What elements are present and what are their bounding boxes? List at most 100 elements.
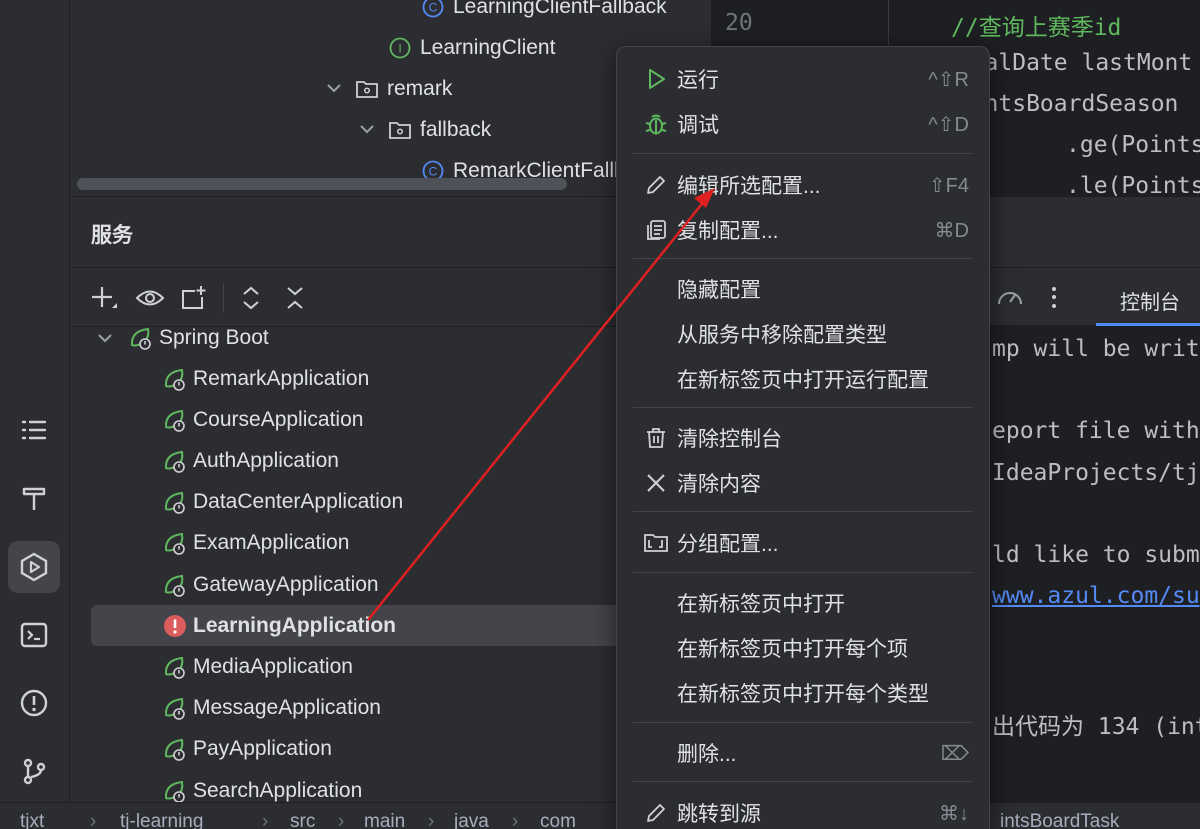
- breadcrumb-item[interactable]: tj-learning: [120, 811, 203, 829]
- service-item[interactable]: SearchApplication: [91, 770, 616, 802]
- more-options-icon[interactable]: [1044, 282, 1064, 312]
- menu-item-open-run-config-new-tab[interactable]: 在新标签页中打开运行配置: [629, 357, 979, 401]
- interface-icon: I: [388, 36, 412, 60]
- tree-row-interface[interactable]: I LearningClient: [388, 27, 555, 68]
- eye-icon[interactable]: [135, 283, 165, 313]
- menu-item-label: 分组配置...: [677, 533, 779, 556]
- console-panel[interactable]: 控制台 mp will be writ eport file with IdeaPr…: [990, 268, 1200, 802]
- menu-item-label: 在新标签页中打开每个类型: [677, 683, 929, 706]
- menu-item-open-each-type-new-tab[interactable]: 在新标签页中打开每个类型: [629, 671, 979, 715]
- svg-text:C: C: [429, 164, 438, 178]
- menu-separator: [633, 153, 973, 154]
- service-item[interactable]: ExamApplication: [91, 523, 616, 564]
- spring-boot-group[interactable]: Spring Boot: [95, 327, 616, 358]
- toolbar-divider: [223, 283, 224, 313]
- menu-item-label: 从服务中移除配置类型: [677, 324, 887, 347]
- menu-item-shortcut: ⌘↓: [939, 802, 969, 825]
- menu-item-edit-config[interactable]: 编辑所选配置... ⇧F4: [629, 163, 979, 207]
- menu-item-hide-config[interactable]: 隐藏配置: [629, 267, 979, 311]
- menu-item-open-new-tab[interactable]: 在新标签页中打开: [629, 581, 979, 625]
- menu-item-copy-config[interactable]: 复制配置... ⌘D: [629, 208, 979, 252]
- console-link[interactable]: www.azul.com/supp: [992, 583, 1200, 609]
- terminal-icon[interactable]: [8, 609, 60, 661]
- service-item[interactable]: DataCenterApplication: [91, 482, 616, 523]
- console-line: ld like to submi: [992, 542, 1200, 568]
- service-item[interactable]: PayApplication: [91, 729, 616, 770]
- expand-all-icon[interactable]: [236, 283, 266, 313]
- debug-icon: [643, 111, 669, 137]
- run-icon: [643, 66, 669, 92]
- pencil-icon: [643, 800, 669, 826]
- menu-item-open-each-new-tab[interactable]: 在新标签页中打开每个项: [629, 626, 979, 670]
- menu-item-label: 隐藏配置: [677, 279, 761, 302]
- menu-item-shortcut: ⌘D: [934, 219, 969, 242]
- build-hammer-icon[interactable]: [8, 472, 60, 524]
- speedometer-icon[interactable]: [996, 284, 1024, 315]
- service-item[interactable]: LearningApplication: [91, 605, 616, 647]
- spring-boot-icon: [127, 327, 155, 352]
- svg-text:I: I: [398, 41, 401, 55]
- menu-item-label: 编辑所选配置...: [677, 175, 821, 198]
- service-item[interactable]: MediaApplication: [91, 646, 616, 687]
- menu-item-run[interactable]: 运行 ^⇧R: [629, 57, 979, 101]
- menu-item-remove-config-type[interactable]: 从服务中移除配置类型: [629, 312, 979, 356]
- menu-item-label: 在新标签页中打开每个项: [677, 638, 908, 661]
- menu-separator: [633, 258, 973, 259]
- services-icon[interactable]: [8, 541, 60, 593]
- service-item[interactable]: GatewayApplication: [91, 564, 616, 605]
- service-item[interactable]: AuthApplication: [91, 440, 616, 481]
- tab-console[interactable]: 控制台: [1120, 286, 1180, 315]
- line-number: 20: [725, 10, 753, 36]
- menu-item-label: 删除...: [677, 743, 737, 766]
- breadcrumb-item[interactable]: com: [540, 811, 576, 829]
- menu-item-label: 清除内容: [677, 473, 761, 496]
- context-menu: 运行 ^⇧R 调试 ^⇧D 编辑所选配置... ⇧F4 复制配置... ⌘D 隐藏配置从服务中移…: [616, 46, 990, 829]
- class-icon: C: [421, 0, 445, 19]
- breadcrumb-item[interactable]: src: [290, 811, 315, 829]
- menu-item-label: 跳转到源: [677, 803, 761, 826]
- horizontal-scrollbar[interactable]: [77, 178, 567, 190]
- add-service-icon[interactable]: [89, 283, 119, 313]
- structure-icon[interactable]: [8, 404, 60, 456]
- menu-item-group-config[interactable]: 分组配置...: [629, 521, 979, 565]
- tree-row-folder-remark[interactable]: remark: [355, 68, 452, 109]
- menu-item-clear-content[interactable]: 清除内容: [629, 461, 979, 505]
- console-line: IdeaProjects/tj: [992, 459, 1200, 486]
- breadcrumb-item[interactable]: intsBoardTask: [1000, 811, 1119, 829]
- breadcrumb: tjxt › tj-learning › src › main › java ›…: [0, 802, 1200, 829]
- chevron-down-icon[interactable]: [95, 328, 115, 348]
- new-tab-icon[interactable]: [179, 283, 209, 313]
- copy-icon: [643, 217, 669, 243]
- project-tree: C LearningClientFallback I LearningClien…: [71, 0, 711, 196]
- menu-separator: [633, 781, 973, 782]
- menu-item-label: 复制配置...: [677, 220, 779, 243]
- services-title: 服务: [91, 224, 133, 247]
- spring-boot-app-icon: [161, 777, 189, 802]
- console-line: eport file with: [992, 418, 1200, 445]
- service-item[interactable]: CourseApplication: [91, 399, 616, 440]
- menu-separator: [633, 511, 973, 512]
- breadcrumb-item[interactable]: java: [454, 811, 489, 829]
- menu-item-clear-console[interactable]: 清除控制台: [629, 416, 979, 460]
- spring-boot-app-icon: [161, 406, 189, 434]
- git-branch-icon[interactable]: [8, 745, 60, 797]
- tree-row-folder-fallback[interactable]: fallback: [388, 109, 491, 150]
- menu-item-label: 在新标签页中打开: [677, 593, 845, 616]
- trash-icon: [643, 425, 669, 451]
- service-item[interactable]: RemarkApplication: [91, 358, 616, 399]
- breadcrumb-item[interactable]: main: [364, 811, 405, 829]
- edit-icon: [643, 172, 669, 198]
- breadcrumb-item[interactable]: tjxt: [20, 811, 44, 829]
- service-item[interactable]: MessageApplication: [91, 688, 616, 729]
- spring-boot-app-icon: [161, 365, 189, 393]
- chevron-down-icon[interactable]: [357, 119, 377, 139]
- menu-separator: [633, 722, 973, 723]
- menu-item-debug[interactable]: 调试 ^⇧D: [629, 102, 979, 146]
- problems-icon[interactable]: [8, 677, 60, 729]
- menu-item-delete[interactable]: 删除... ⌦: [629, 731, 979, 775]
- chevron-down-icon[interactable]: [324, 78, 344, 98]
- menu-item-label: 运行: [677, 69, 719, 92]
- menu-item-jump-to-source[interactable]: 跳转到源 ⌘↓: [629, 791, 979, 829]
- collapse-all-icon[interactable]: [280, 283, 310, 313]
- tree-row-class[interactable]: C LearningClientFallback: [421, 0, 667, 27]
